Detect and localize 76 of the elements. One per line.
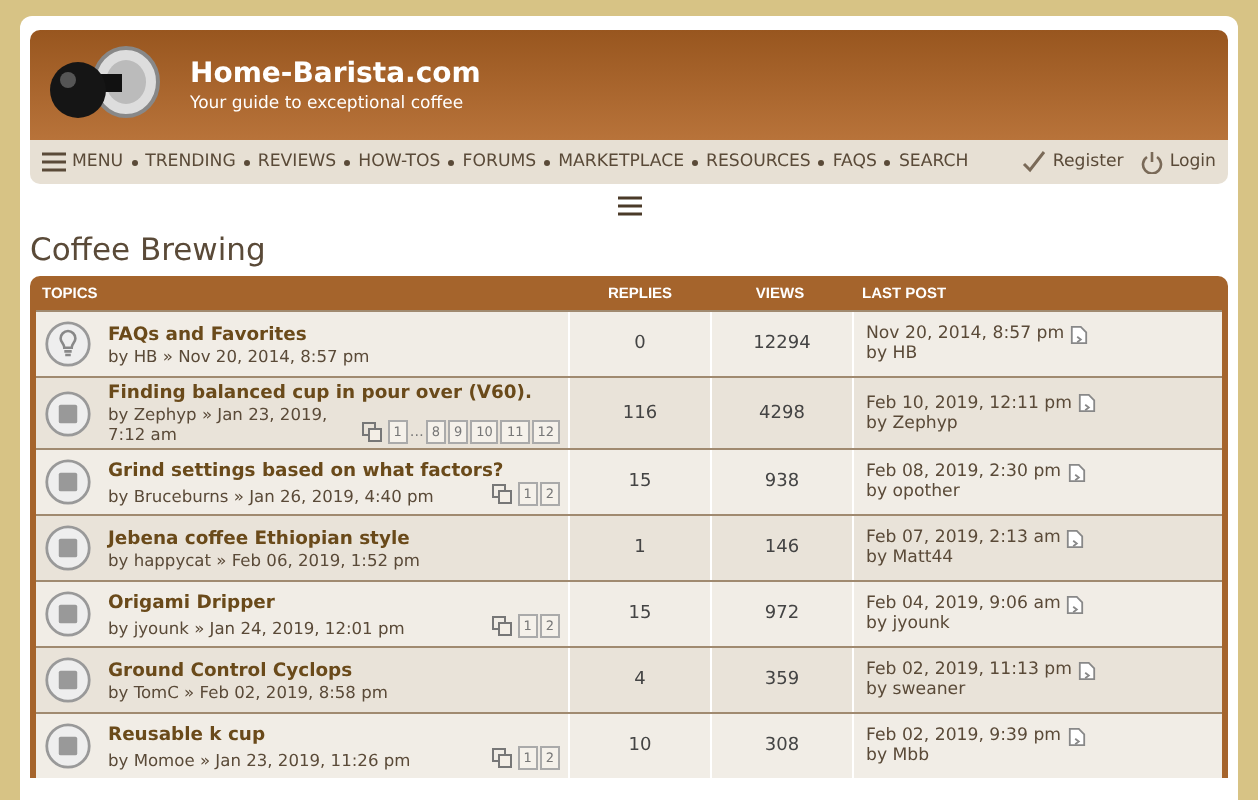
nav-link[interactable]: RESOURCES (706, 152, 811, 172)
topic-author: by Momoe » Jan 23, 2019, 11:26 pm (108, 749, 411, 769)
pages-icon (491, 483, 512, 503)
nav-link[interactable]: MARKETPLACE (558, 152, 685, 172)
go-to-post-icon[interactable] (1067, 727, 1086, 745)
topic-row[interactable]: Jebena coffee Ethiopian style by happycat » Feb 06, 2019, 1:52 pm 1 146 Feb 07, 2019, 2:13 am by Matt44 (36, 514, 1222, 580)
power-icon (1139, 150, 1164, 174)
nav-link[interactable]: SEARCH (898, 152, 969, 172)
last-post-author: by opother (866, 482, 962, 502)
last-post-author: by Mbb (866, 746, 932, 766)
topic-icon (44, 722, 92, 770)
go-to-post-icon[interactable] (1078, 394, 1097, 412)
last-post-author: by Matt44 (866, 548, 956, 568)
last-post-date: Feb 02, 2019, 9:39 pm (866, 726, 1062, 746)
topic-title[interactable]: Ground Control Cyclops (108, 659, 560, 681)
replies-count: 10 (570, 714, 712, 778)
go-to-post-icon[interactable] (1066, 595, 1085, 613)
topic-title[interactable]: FAQs and Favorites (108, 323, 560, 345)
site-title[interactable]: Home-Barista.com (190, 57, 481, 89)
topic-icon (44, 656, 92, 704)
topic-row[interactable]: FAQs and Favorites by HB » Nov 20, 2014, 8:57 pm 0 12294 Nov 20, 2014, 8:57 pm by HB (36, 310, 1222, 376)
last-post-author: by Zephyp (866, 413, 960, 433)
topic-author: by happycat » Feb 06, 2019, 1:52 pm (108, 549, 421, 569)
separator-dot (818, 159, 825, 165)
topic-title[interactable]: Finding balanced cup in pour over (V60). (108, 382, 560, 404)
nav-link[interactable]: REVIEWS (257, 152, 337, 172)
pages-icon (361, 422, 382, 442)
topic-title[interactable]: Origami Dripper (108, 591, 560, 613)
last-post-author: by HB (866, 344, 920, 364)
nav-link[interactable]: MENU (42, 152, 124, 172)
menu-icon[interactable] (42, 152, 66, 172)
pages-icon (491, 615, 512, 635)
topic-icon (44, 524, 92, 572)
nav-link[interactable]: FORUMS (462, 152, 537, 172)
nav-link[interactable]: TRENDING (145, 152, 236, 172)
topic-icon (44, 458, 92, 506)
go-to-post-icon[interactable] (1067, 463, 1086, 481)
separator-dot (544, 159, 551, 165)
last-post-date: Feb 07, 2019, 2:13 am (866, 528, 1061, 548)
last-post-date: Feb 10, 2019, 12:11 pm (866, 393, 1073, 413)
go-to-post-icon[interactable] (1070, 325, 1089, 343)
last-post-author: by jyounk (866, 614, 952, 634)
nav-link[interactable]: FAQS (832, 152, 877, 172)
separator-dot (131, 159, 138, 165)
last-post-author: by sweaner (866, 680, 968, 700)
go-to-post-icon[interactable] (1066, 529, 1085, 547)
topic-row[interactable]: Ground Control Cyclops by TomC » Feb 02, 2019, 8:58 pm 4 359 Feb 02, 2019, 11:13 pm by sweaner (36, 646, 1222, 712)
separator-dot (448, 159, 455, 165)
site-tagline: Your guide to exceptional coffee (190, 93, 466, 113)
nav-link[interactable]: HOW-TOS (358, 152, 441, 172)
topic-title[interactable]: Reusable k cup (108, 723, 560, 745)
separator-dot (243, 159, 250, 165)
lightbulb-icon (44, 320, 92, 368)
account-link[interactable]: Login (1139, 150, 1216, 174)
menu-icon[interactable] (617, 196, 641, 216)
last-post-date: Nov 20, 2014, 8:57 pm (866, 324, 1065, 344)
topic-icon (44, 389, 92, 437)
topic-author: by jyounk » Jan 24, 2019, 12:01 pm (108, 617, 405, 637)
last-post-date: Feb 04, 2019, 9:06 am (866, 594, 1061, 614)
topic-author: by TomC » Feb 02, 2019, 8:58 pm (108, 681, 388, 701)
last-post-date: Feb 02, 2019, 11:13 pm (866, 660, 1073, 680)
topic-author: by HB » Nov 20, 2014, 8:57 pm (108, 345, 370, 365)
separator-dot (884, 159, 891, 165)
separator-dot (692, 159, 699, 165)
topic-author: by Zephyp » Jan 23, 2019, 7:12 am (108, 404, 330, 444)
separator-dot (344, 159, 351, 165)
forum-title: Coffee Brewing (30, 232, 268, 268)
account-link[interactable]: Register (1022, 150, 1124, 174)
views-count: 308 (712, 714, 854, 778)
topic-author: by Bruceburns » Jan 26, 2019, 4:40 pm (108, 485, 434, 505)
topic-title[interactable]: Jebena coffee Ethiopian style (108, 527, 560, 549)
go-to-post-icon[interactable] (1078, 661, 1097, 679)
last-post-date: Feb 08, 2019, 2:30 pm (866, 462, 1062, 482)
topic-icon (44, 590, 92, 638)
topic-title[interactable]: Grind settings based on what factors? (108, 459, 560, 481)
pages-icon (491, 747, 512, 767)
